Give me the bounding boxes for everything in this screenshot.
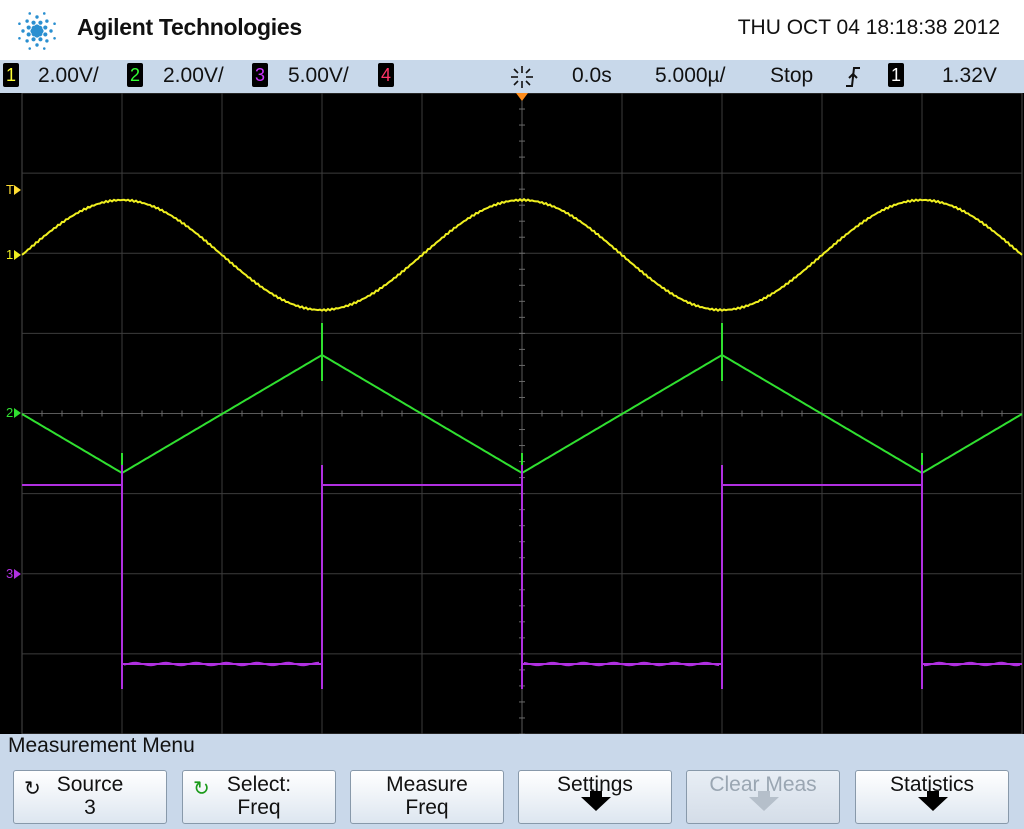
menu-title: Measurement Menu [8,734,195,757]
trigger-star-icon [511,66,533,88]
brand-name: Agilent Technologies [77,14,302,40]
select-value: Freq [237,796,281,819]
menu-bar: Measurement Menu ↻ Source 3 ↻ Select: Fr… [0,734,1024,829]
channel-3-badge[interactable]: 3 [252,63,268,87]
channel-2-badge[interactable]: 2 [127,63,143,87]
run-state: Stop [770,64,814,87]
rising-edge-icon [846,67,860,87]
status-bar: 1 2.00V/ 2 2.00V/ 3 5.00V/ 4 0.0s 5.000µ… [0,60,1024,93]
trigger-source-badge[interactable]: 1 [888,63,904,87]
clear-meas-softkey[interactable]: Clear Meas [686,770,840,824]
statistics-softkey[interactable]: Statistics [855,770,1009,824]
channel-3-ground-marker-arrow [14,569,21,579]
waveform-display[interactable]: T 1 2 3 [0,93,1024,734]
trigger-position-marker [516,93,528,101]
source-softkey[interactable]: ↻ Source 3 [13,770,167,824]
channel-2-scale: 2.00V/ [163,64,224,87]
top-bar: Agilent Technologies THU OCT 04 18:18:38… [0,0,1024,60]
trigger-level-marker-arrow [14,185,21,195]
channel-1-ground-marker-arrow [14,250,21,260]
channel-2-ground-marker-arrow [14,408,21,418]
date-time: THU OCT 04 18:18:38 2012 [737,16,1000,39]
time-delay: 0.0s [572,64,612,87]
timebase-scale: 5.000µ/ [655,64,726,87]
agilent-logo-icon [18,12,56,50]
channel-1-scale: 2.00V/ [38,64,99,87]
channel-4-badge[interactable]: 4 [378,63,394,87]
source-label: Source [56,773,124,796]
trigger-level-marker-label: T [6,182,14,197]
measure-value: Freq [405,796,449,819]
select-softkey[interactable]: ↻ Select: Freq [182,770,336,824]
measure-label: Measure [386,773,468,796]
channel-3-trace [22,484,1022,665]
settings-softkey[interactable]: Settings [518,770,672,824]
channel-3-scale: 5.00V/ [288,64,349,87]
measure-softkey[interactable]: Measure Freq [350,770,504,824]
channel-1-badge[interactable]: 1 [3,63,19,87]
channel-2-ground-marker-label: 2 [6,405,13,420]
select-label: Select: [226,773,292,796]
waveform-graticule: T 1 2 3 [6,93,1023,734]
channel-1-ground-marker-label: 1 [6,247,13,262]
channel-3-ground-marker-label: 3 [6,566,13,581]
source-value: 3 [84,796,96,819]
trigger-level: 1.32V [942,64,997,87]
